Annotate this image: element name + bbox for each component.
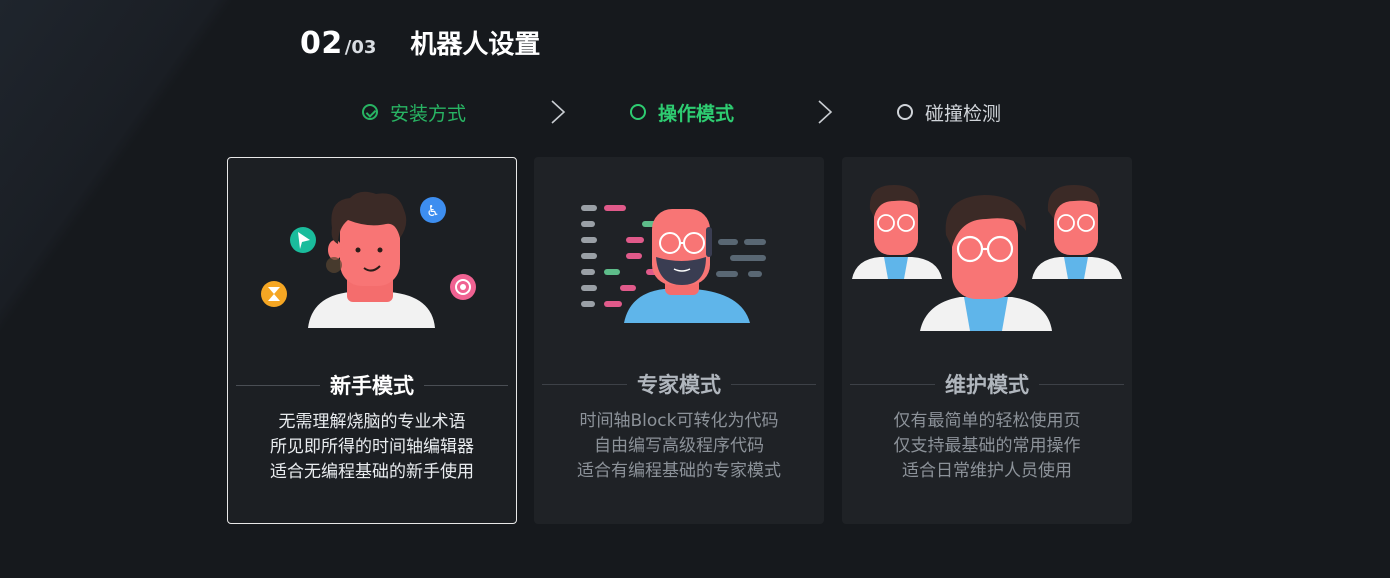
page-header: 02 /03 机器人设置 [300,24,540,61]
step-label: 碰撞检测 [925,102,1002,125]
mode-description: 时间轴Block可转化为代码 自由编写高级程序代码 适合有编程基础的专家模式 [577,411,781,481]
step-current: 02 [300,26,343,61]
step-label: 安装方式 [390,102,467,125]
divider [424,384,508,386]
chevron-right-icon [549,99,567,124]
circle-icon [897,104,913,120]
step-total: /03 [344,37,377,58]
mode-title: 专家模式 [637,373,721,397]
step-operation-mode[interactable]: 操作模式 [630,96,734,128]
maintenance-illustration [852,185,1122,331]
mode-card-expert[interactable]: 专家模式 时间轴Block可转化为代码 自由编写高级程序代码 适合有编程基础的专… [534,157,824,524]
stepper: 安装方式 操作模式 碰撞检测 [0,96,1390,128]
mode-card-maintenance[interactable]: 维护模式 仅有最简单的轻松使用页 仅支持最基础的常用操作 适合日常维护人员使用 [842,157,1132,524]
page-title: 机器人设置 [410,30,541,60]
chevron-right-icon [816,99,834,124]
step-install-method[interactable]: 安装方式 [362,96,466,128]
svg-text:♿: ♿ [426,202,439,220]
mode-description: 无需理解烧脑的专业术语 所见即所得的时间轴编辑器 适合无编程基础的新手使用 [270,412,474,482]
step-label: 操作模式 [658,102,735,125]
mode-card-beginner[interactable]: ♿ 新手模式 无需理解烧脑的专业术语 所见即所得的时间轴编辑器 适合无编程基础的… [227,157,517,524]
mode-title: 维护模式 [945,373,1029,397]
check-circle-icon [362,104,378,120]
step-collision-detection[interactable]: 碰撞检测 [897,96,1001,128]
divider [731,383,816,385]
expert-illustration [581,205,766,323]
mode-title: 新手模式 [330,374,414,398]
mode-description: 仅有最简单的轻松使用页 仅支持最基础的常用操作 适合日常维护人员使用 [893,411,1081,481]
circle-icon [630,104,646,120]
divider [850,383,935,385]
divider [236,384,320,386]
beginner-illustration: ♿ [261,191,476,328]
divider [1039,383,1124,385]
divider [542,383,627,385]
